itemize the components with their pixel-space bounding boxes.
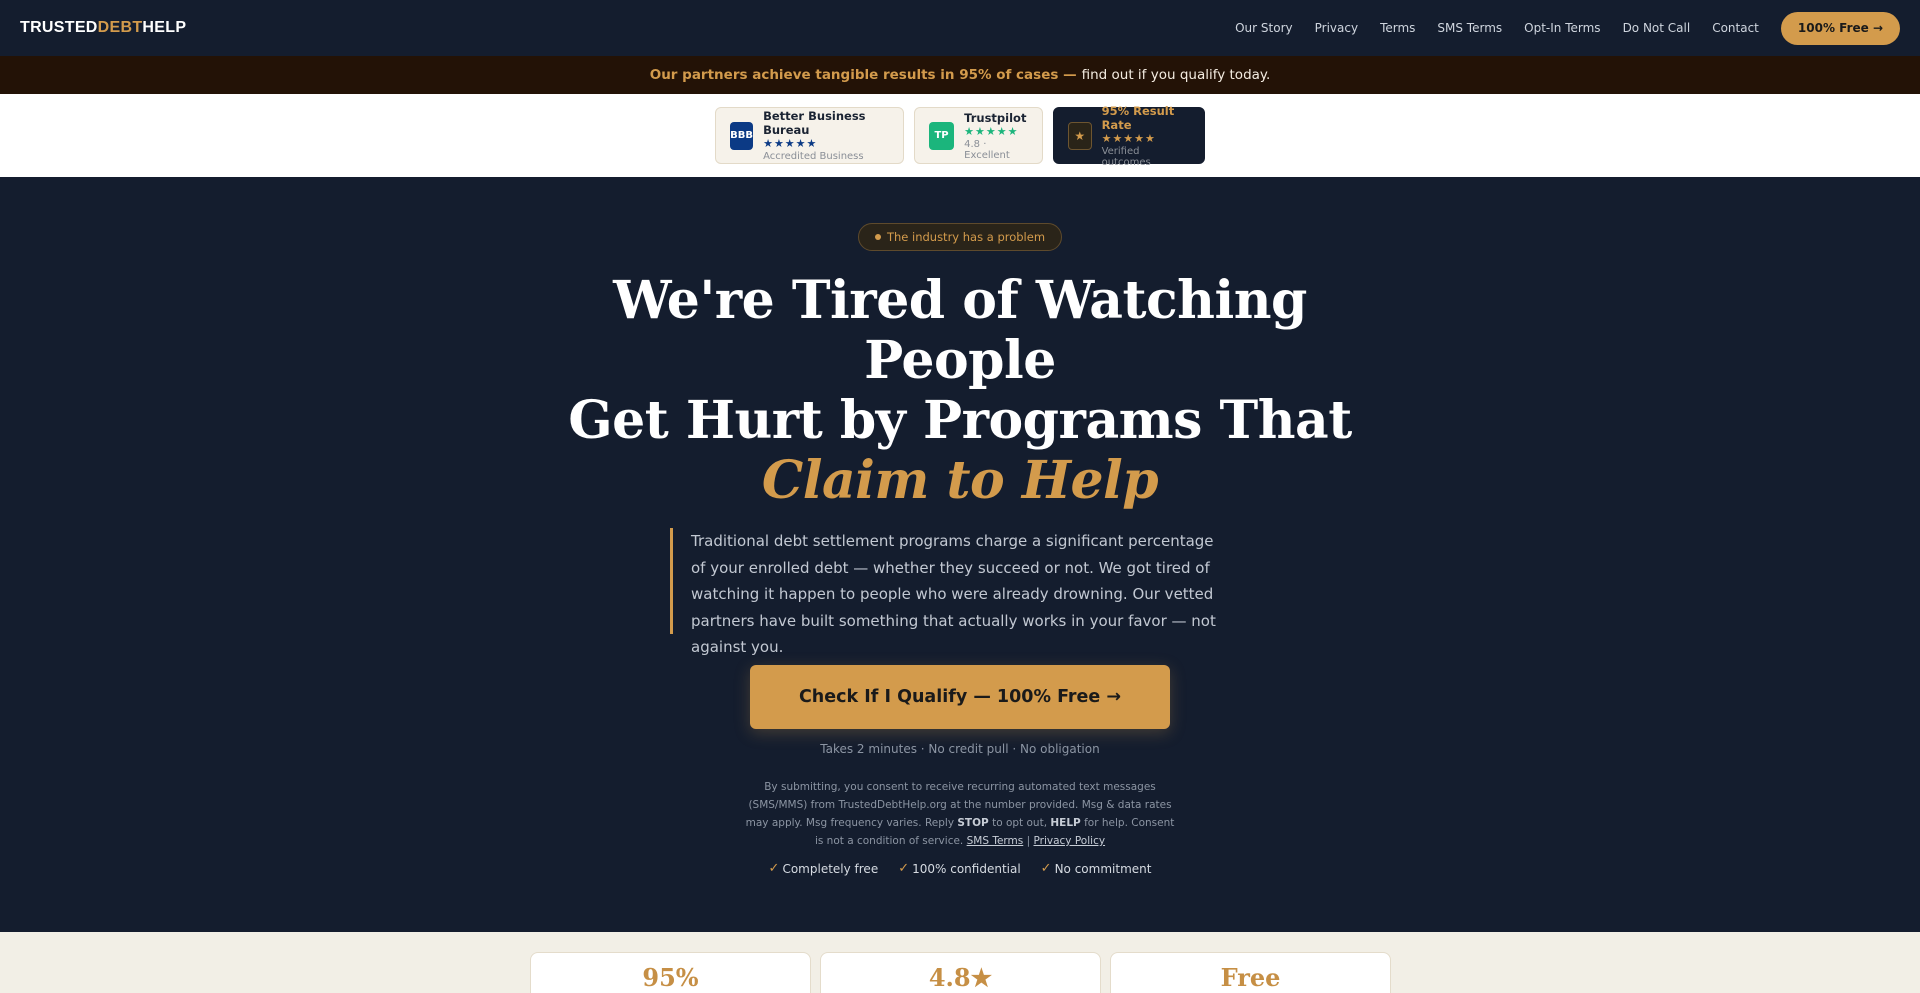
headline-line-2: People xyxy=(864,330,1056,391)
stats-section: 95% 4.8★ Free xyxy=(0,932,1920,993)
announcement-bar: Our partners achieve tangible results in… xyxy=(0,56,1920,94)
announcement-highlight: Our partners achieve tangible results in… xyxy=(649,67,1077,83)
nav-link-contact[interactable]: Contact xyxy=(1712,21,1759,35)
result-rate-title: 95% Result Rate xyxy=(1101,103,1175,132)
headline-line-4: Claim to Help xyxy=(761,450,1159,511)
trust-badges: BBB Better Business Bureau ★★★★★ Accredi… xyxy=(0,94,1920,177)
trustpilot-subtitle: 4.8 · Excellent xyxy=(964,138,1010,161)
check-confidential: ✓ 100% confidential xyxy=(898,861,1021,876)
nav-links: Our Story Privacy Terms SMS Terms Opt-In… xyxy=(1213,11,1900,45)
checkmark-icon: ✓ xyxy=(898,861,910,876)
trustpilot-badge: TP Trustpilot ★★★★★ 4.8 · Excellent xyxy=(914,107,1043,164)
hero-quote: Traditional debt settlement programs cha… xyxy=(670,528,1230,656)
benefit-checks: ✓ Completely free ✓ 100% confidential ✓ No … xyxy=(0,861,1920,876)
nav-link-do-not-call[interactable]: Do Not Call xyxy=(1623,21,1691,35)
stat-value: Free xyxy=(1220,963,1281,992)
bbb-badge: BBB Better Business Bureau ★★★★★ Accredi… xyxy=(715,107,904,164)
headline-line-3: Get Hurt by Programs That xyxy=(568,390,1352,451)
nav-link-opt-in-terms[interactable]: Opt-In Terms xyxy=(1524,21,1600,35)
stat-value: 95% xyxy=(642,963,699,992)
check-qualify-button[interactable]: Check If I Qualify — 100% Free → xyxy=(750,665,1170,729)
nav-free-button[interactable]: 100% Free → xyxy=(1780,11,1900,45)
cta-subtext: Takes 2 minutes · No credit pull · No ob… xyxy=(820,742,1100,756)
nav-link-our-story[interactable]: Our Story xyxy=(1235,21,1293,35)
checkmark-icon: ✓ xyxy=(1040,861,1052,876)
site-logo[interactable]: TRUSTEDDEBTHELP xyxy=(20,19,186,37)
bbb-title: Better Business Bureau xyxy=(763,109,866,137)
check-no-commitment: ✓ No commitment xyxy=(1040,861,1152,876)
trustpilot-stars: ★★★★★ xyxy=(964,124,1019,138)
pill-dot-icon xyxy=(874,234,881,240)
problem-pill: The industry has a problem xyxy=(858,223,1062,251)
hero-section: The industry has a problem We're Tired o… xyxy=(0,177,1920,932)
star-icon: ★ xyxy=(1068,121,1092,150)
trustpilot-title: Trustpilot xyxy=(964,110,1027,125)
sms-consent: By submitting, you consent to receive re… xyxy=(745,781,1175,847)
bbb-subtitle: Accredited Business xyxy=(763,151,864,162)
headline-line-1: We're Tired of Watching xyxy=(613,270,1307,331)
stat-value: 4.8★ xyxy=(928,963,993,992)
stat-card-result: 95% xyxy=(530,952,811,993)
bbb-stars: ★★★★★ xyxy=(763,137,818,150)
result-rate-badge: ★ 95% Result Rate ★★★★★ Verified outcome… xyxy=(1053,103,1205,168)
nav-link-terms[interactable]: Terms xyxy=(1380,21,1415,35)
bbb-icon: BBB xyxy=(730,121,754,150)
privacy-policy-link[interactable]: Privacy Policy xyxy=(1034,835,1106,847)
hero-headline: We're Tired of Watching People Get Hurt … xyxy=(560,271,1360,511)
trustpilot-icon: TP xyxy=(929,121,955,150)
check-completely-free: ✓ Completely free xyxy=(768,861,879,876)
result-rate-subtitle: Verified outcomes xyxy=(1101,145,1151,168)
result-rate-stars: ★★★★★ xyxy=(1101,131,1156,145)
top-nav: TRUSTEDDEBTHELP Our Story Privacy Terms … xyxy=(0,0,1920,56)
pill-label: The industry has a problem xyxy=(886,230,1046,244)
hero-quote-text: Traditional debt settlement programs cha… xyxy=(691,532,1216,656)
checkmark-icon: ✓ xyxy=(768,861,780,876)
stat-card-rating: 4.8★ xyxy=(820,952,1101,993)
stat-card-free: Free xyxy=(1110,952,1391,993)
nav-link-privacy[interactable]: Privacy xyxy=(1315,21,1358,35)
announcement-text: find out if you qualify today. xyxy=(1081,67,1271,83)
sms-terms-link[interactable]: SMS Terms xyxy=(967,835,1024,847)
nav-link-sms-terms[interactable]: SMS Terms xyxy=(1437,21,1502,35)
